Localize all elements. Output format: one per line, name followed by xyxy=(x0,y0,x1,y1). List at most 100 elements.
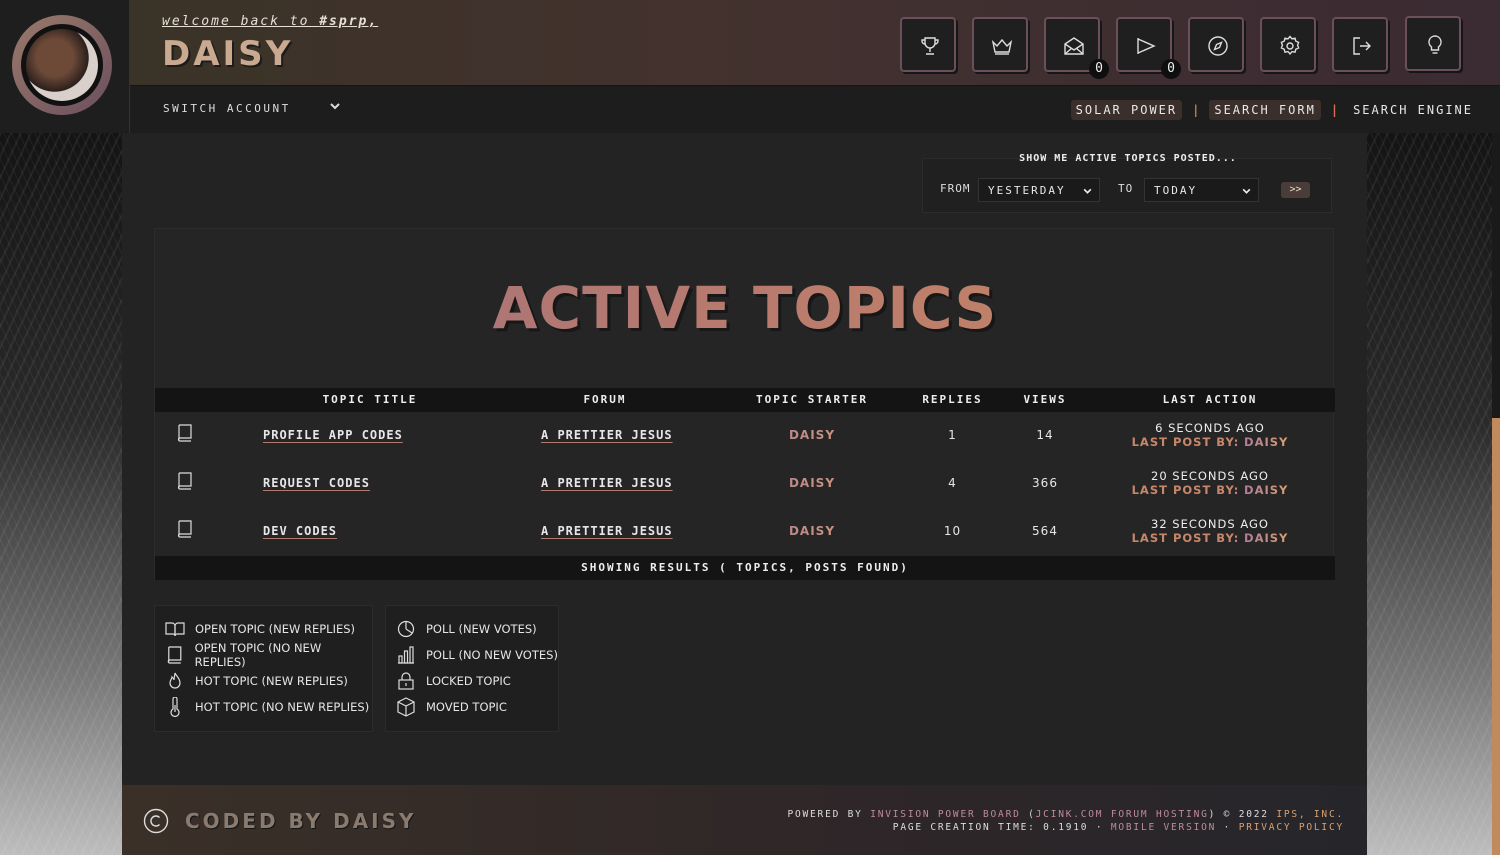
trophy-button[interactable] xyxy=(900,17,956,72)
from-select-value: YESTERDAY xyxy=(988,184,1066,197)
last-action: 32 SECONDS AGO LAST POST BY: DAISY xyxy=(1110,517,1310,545)
topic-starter-link[interactable]: DAISY xyxy=(737,524,887,538)
legend-label: LOCKED TOPIC xyxy=(426,674,511,688)
table-header: TOPIC TITLE FORUM TOPIC STARTER REPLIES … xyxy=(155,388,1335,412)
settings-button[interactable] xyxy=(1260,17,1316,72)
mail-button[interactable]: 0 xyxy=(1044,17,1109,79)
topics-panel: ACTIVE TOPICS TOPIC TITLE FORUM TOPIC ST… xyxy=(154,228,1335,580)
chevron-down-icon xyxy=(1242,188,1251,194)
welcome-text: welcome back to #sprp, xyxy=(162,14,379,29)
footer: CODED BY DAISY POWERED BY INVISION POWER… xyxy=(122,785,1367,855)
last-action-time: 32 SECONDS AGO xyxy=(1151,517,1269,531)
table-row: PROFILE APP CODES A PRETTIER JESUS DAISY… xyxy=(155,412,1335,460)
last-post-author[interactable]: DAISY xyxy=(1244,483,1288,497)
palm-backdrop-left xyxy=(0,133,122,855)
from-select[interactable]: YESTERDAY xyxy=(978,178,1100,202)
replies-count: 1 xyxy=(948,428,957,442)
legend-item: LOCKED TOPIC xyxy=(396,670,511,692)
last-post-author[interactable]: DAISY xyxy=(1244,435,1288,449)
filter-title: SHOW ME ACTIVE TOPICS POSTED... xyxy=(1019,153,1237,164)
header-topic-title: TOPIC TITLE xyxy=(322,393,418,406)
replies-count: 4 xyxy=(948,476,957,490)
avatar-column xyxy=(0,0,130,133)
nav-separator: | xyxy=(1330,103,1339,117)
last-action: 6 SECONDS AGO LAST POST BY: DAISY xyxy=(1110,421,1310,449)
legend-item: HOT TOPIC (NO NEW REPLIES) xyxy=(165,696,369,718)
closed-book-icon xyxy=(167,646,182,664)
ipb-link[interactable]: INVISION POWER BOARD xyxy=(870,809,1020,820)
logout-icon xyxy=(1353,37,1371,55)
topic-starter-link[interactable]: DAISY xyxy=(737,476,887,490)
header-last-action: LAST ACTION xyxy=(1162,393,1258,406)
topic-title-link[interactable]: PROFILE APP CODES xyxy=(263,428,403,442)
scrollbar[interactable] xyxy=(1492,133,1500,855)
compass-button[interactable] xyxy=(1188,17,1244,72)
bar-chart-icon xyxy=(398,646,414,664)
hosting-link[interactable]: JCINK.COM FORUM HOSTING xyxy=(1036,809,1209,820)
switch-account-label[interactable]: SWITCH ACCOUNT xyxy=(163,102,291,115)
topic-title-link[interactable]: DEV CODES xyxy=(263,524,337,538)
legend-label: POLL (NEW VOTES) xyxy=(426,622,537,636)
table-row: DEV CODES A PRETTIER JESUS DAISY 10 564 … xyxy=(155,508,1335,556)
forum-link[interactable]: A PRETTIER JESUS xyxy=(541,524,673,538)
results-summary: SHOWING RESULTS ( TOPICS, POSTS FOUND) xyxy=(155,556,1335,580)
forum-link[interactable]: A PRETTIER JESUS xyxy=(541,476,673,490)
last-action-time: 6 SECONDS AGO xyxy=(1155,421,1265,435)
last-post-label: LAST POST BY: xyxy=(1131,483,1240,497)
last-action-time: 20 SECONDS AGO xyxy=(1151,469,1269,483)
avatar[interactable] xyxy=(12,15,112,115)
lock-icon xyxy=(398,672,414,690)
chevron-down-icon[interactable] xyxy=(329,100,341,112)
megaphone-button[interactable]: 0 xyxy=(1116,17,1181,79)
topic-starter-link[interactable]: DAISY xyxy=(737,428,887,442)
nav-link-solar-power[interactable]: SOLAR POWER xyxy=(1070,100,1183,120)
mobile-version-link[interactable]: MOBILE VERSION xyxy=(1111,822,1216,833)
nav-link-search-form[interactable]: SEARCH FORM xyxy=(1209,100,1321,120)
copyright-year: © 2022 xyxy=(1223,809,1269,820)
copyright-icon xyxy=(143,808,169,834)
box-icon xyxy=(397,697,415,717)
legend-label: HOT TOPIC (NEW REPLIES) xyxy=(195,674,348,688)
topic-title-link[interactable]: REQUEST CODES xyxy=(263,476,370,490)
forum-link[interactable]: A PRETTIER JESUS xyxy=(541,428,673,442)
views-count: 14 xyxy=(1036,428,1054,442)
last-post-label: LAST POST BY: xyxy=(1131,435,1240,449)
megaphone-count-badge: 0 xyxy=(1161,59,1181,79)
open-book-icon xyxy=(165,622,185,637)
legend-item: OPEN TOPIC (NEW REPLIES) xyxy=(165,618,355,640)
legend-label: OPEN TOPIC (NEW REPLIES) xyxy=(195,622,356,636)
last-action: 20 SECONDS AGO LAST POST BY: DAISY xyxy=(1110,469,1310,497)
coded-by-credit: CODED BY DAISY xyxy=(185,809,417,833)
last-post-author[interactable]: DAISY xyxy=(1244,531,1288,545)
closed-book-icon xyxy=(177,424,192,442)
pie-chart-icon xyxy=(397,620,415,638)
flame-icon xyxy=(169,672,181,689)
privacy-policy-link[interactable]: PRIVACY POLICY xyxy=(1239,822,1344,833)
from-label: FROM xyxy=(940,182,971,195)
header-replies: REPLIES xyxy=(922,393,983,406)
legend-polls: POLL (NEW VOTES) POLL (NO NEW VOTES) LOC… xyxy=(385,605,559,732)
legend-topics: OPEN TOPIC (NEW REPLIES) OPEN TOPIC (NO … xyxy=(154,605,373,732)
lightbulb-button[interactable] xyxy=(1405,16,1461,71)
account-bar: SWITCH ACCOUNT SOLAR POWER | SEARCH FORM… xyxy=(130,86,1500,133)
logout-button[interactable] xyxy=(1332,17,1388,72)
footer-credits: POWERED BY INVISION POWER BOARD (JCINK.C… xyxy=(787,809,1344,833)
to-select-value: TODAY xyxy=(1154,184,1198,197)
palm-backdrop-right xyxy=(1367,133,1500,855)
lightbulb-icon xyxy=(1428,35,1442,54)
ips-link[interactable]: IPS, INC. xyxy=(1276,809,1344,820)
legend-item: POLL (NO NEW VOTES) xyxy=(396,644,558,666)
replies-count: 10 xyxy=(943,524,962,538)
nav-link-search-engine[interactable]: SEARCH ENGINE xyxy=(1348,100,1478,120)
filter-go-button[interactable]: >> xyxy=(1281,182,1310,198)
legend-label: POLL (NO NEW VOTES) xyxy=(426,648,558,662)
to-select[interactable]: TODAY xyxy=(1144,178,1259,202)
crown-button[interactable] xyxy=(972,17,1028,72)
thermometer-icon xyxy=(170,697,180,717)
header: welcome back to #sprp, DAISY 0 0 SWITCH … xyxy=(0,0,1500,133)
scrollbar-thumb[interactable] xyxy=(1492,418,1500,855)
last-post-label: LAST POST BY: xyxy=(1131,531,1240,545)
nav-links: SOLAR POWER | SEARCH FORM | SEARCH ENGIN… xyxy=(1070,99,1478,121)
mail-count-badge: 0 xyxy=(1089,59,1109,79)
crown-icon xyxy=(991,38,1013,55)
